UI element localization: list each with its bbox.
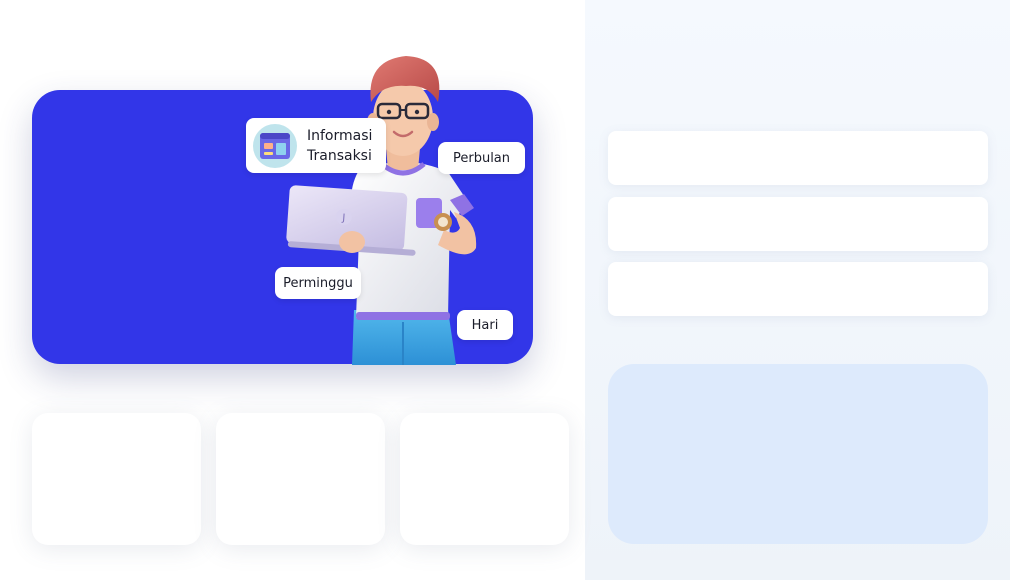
info-transaction-chip[interactable]: Informasi Transaksi [246,118,386,173]
weekly-chip[interactable]: Perminggu [275,267,361,299]
monthly-chip[interactable]: Perbulan [438,142,525,174]
list-card[interactable] [608,131,988,185]
mini-card[interactable] [32,413,201,545]
list-card[interactable] [608,262,988,316]
svg-text:J: J [341,213,346,224]
transaction-dashboard-icon [253,123,297,168]
mini-card[interactable] [216,413,385,545]
mini-card[interactable] [400,413,569,545]
info-card [608,364,988,544]
info-label-line2: Transaksi [307,147,372,164]
info-label-line1: Informasi [307,127,373,144]
daily-chip[interactable]: Hari [457,310,513,340]
list-card[interactable] [608,197,988,251]
